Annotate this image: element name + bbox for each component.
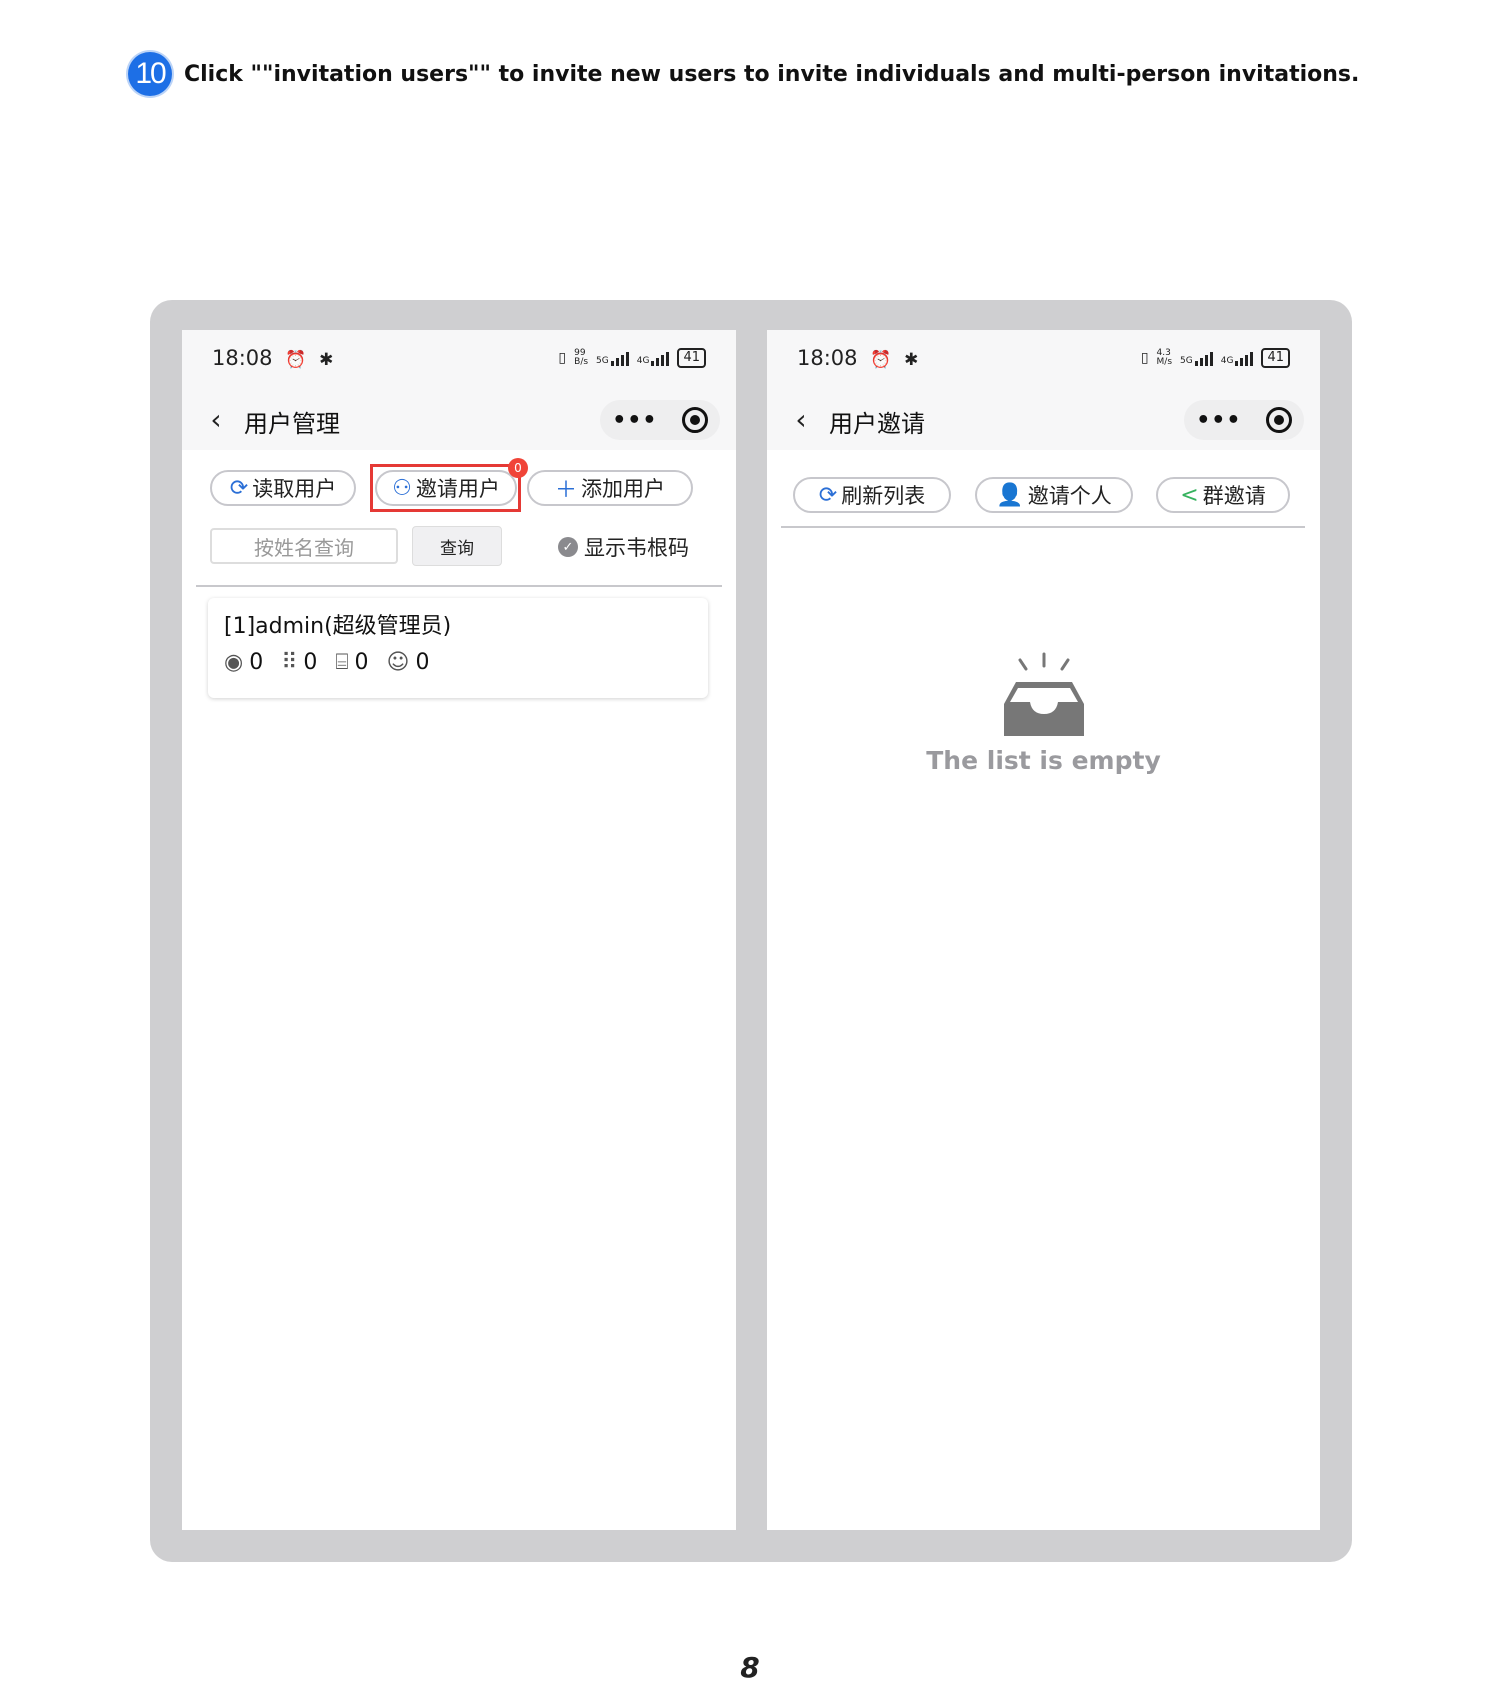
vibrate-icon: ▯ bbox=[1140, 350, 1149, 366]
refresh-icon: ⟳ bbox=[229, 475, 249, 501]
signal-5g-icon: 5G bbox=[596, 350, 629, 366]
mini-program-capsule: ••• bbox=[1184, 400, 1304, 440]
step-header: 10 Click ""invitation users"" to invite … bbox=[128, 52, 1359, 96]
alarm-icon: ⏰ bbox=[285, 350, 307, 370]
net-speed: 4.3 M/s bbox=[1156, 348, 1173, 367]
keypad-icon: ⠿ bbox=[281, 650, 298, 675]
step-number-badge: 10 bbox=[128, 52, 172, 96]
page-title: 用户邀请 bbox=[829, 410, 925, 438]
user-management-screen: 18:08 ⏰ ✱ ▯ 99 B/s 5G 4G 41 ‹ 用户管理 ••• ⟳… bbox=[182, 330, 736, 1530]
password-stat: ⠿ 0 bbox=[281, 650, 318, 675]
highlight-box bbox=[370, 464, 521, 512]
name-search-input[interactable]: 按姓名查询 bbox=[210, 528, 398, 564]
empty-inbox-icon bbox=[1003, 652, 1084, 736]
page-title: 用户管理 bbox=[244, 410, 340, 438]
battery-icon: 41 bbox=[677, 348, 706, 368]
alarm-icon: ⏰ bbox=[870, 350, 892, 370]
fingerprint-icon: ◉ bbox=[224, 650, 244, 675]
battery-icon: 41 bbox=[1261, 348, 1290, 368]
mini-program-capsule: ••• bbox=[600, 400, 720, 440]
user-stats: ◉ 0 ⠿ 0 ⌸ 0 ☺ 0 bbox=[224, 650, 429, 675]
invite-individual-button[interactable]: 👤 邀请个人 bbox=[975, 477, 1133, 513]
status-time: 18:08 bbox=[797, 346, 858, 370]
empty-state: The list is empty bbox=[767, 652, 1320, 775]
back-arrow-icon[interactable]: ‹ bbox=[202, 405, 230, 435]
share-icon: < bbox=[1180, 482, 1199, 508]
status-time: 18:08 bbox=[212, 346, 273, 370]
step-instruction: Click ""invitation users"" to invite new… bbox=[184, 61, 1360, 87]
close-miniprogram-icon[interactable] bbox=[681, 407, 708, 433]
more-icon[interactable]: ••• bbox=[1196, 408, 1241, 433]
checkmark-icon: ✓ bbox=[558, 537, 578, 557]
signal-4g-icon: 4G bbox=[637, 350, 670, 366]
add-person-icon: 👤 bbox=[996, 482, 1024, 508]
plus-icon: ＋ bbox=[554, 478, 577, 503]
bluetooth-icon: ✱ bbox=[319, 350, 334, 370]
refresh-list-button[interactable]: ⟳ 刷新列表 bbox=[793, 477, 951, 513]
user-card[interactable]: [1]admin(超级管理员) ◉ 0 ⠿ 0 ⌸ 0 ☺ 0 bbox=[208, 598, 708, 698]
page-number: 8 bbox=[740, 1651, 760, 1684]
fingerprint-stat: ◉ 0 bbox=[224, 650, 264, 675]
invite-count-badge: 0 bbox=[508, 458, 528, 478]
user-name: [1]admin(超级管理员) bbox=[224, 614, 452, 639]
read-users-button[interactable]: ⟳ 读取用户 bbox=[210, 470, 356, 506]
device-frame: 18:08 ⏰ ✱ ▯ 99 B/s 5G 4G 41 ‹ 用户管理 ••• ⟳… bbox=[150, 300, 1352, 1562]
back-arrow-icon[interactable]: ‹ bbox=[787, 405, 815, 435]
empty-list-text: The list is empty bbox=[926, 746, 1161, 775]
divider bbox=[781, 526, 1305, 528]
net-speed: 99 B/s bbox=[574, 348, 589, 367]
vibrate-icon: ▯ bbox=[558, 350, 567, 366]
nav-bar: ‹ 用户管理 ••• bbox=[182, 390, 736, 450]
group-invite-button[interactable]: < 群邀请 bbox=[1156, 477, 1290, 513]
divider bbox=[196, 585, 722, 587]
signal-5g-icon: 5G bbox=[1180, 350, 1213, 366]
card-stat: ⌸ 0 bbox=[335, 650, 369, 675]
nav-bar: ‹ 用户邀请 ••• bbox=[767, 390, 1320, 450]
status-bar: 18:08 ⏰ ✱ ▯ 4.3 M/s 5G 4G 41 bbox=[767, 330, 1320, 390]
add-user-button[interactable]: ＋ 添加用户 bbox=[527, 470, 693, 506]
more-icon[interactable]: ••• bbox=[612, 408, 657, 433]
face-stat: ☺ 0 bbox=[386, 650, 430, 675]
face-icon: ☺ bbox=[386, 650, 410, 675]
refresh-icon: ⟳ bbox=[818, 482, 838, 508]
bluetooth-icon: ✱ bbox=[904, 350, 919, 370]
status-bar: 18:08 ⏰ ✱ ▯ 99 B/s 5G 4G 41 bbox=[182, 330, 736, 390]
close-miniprogram-icon[interactable] bbox=[1265, 407, 1292, 433]
user-invitation-screen: 18:08 ⏰ ✱ ▯ 4.3 M/s 5G 4G 41 ‹ 用户邀请 ••• … bbox=[767, 330, 1320, 1530]
signal-4g-icon: 4G bbox=[1221, 350, 1254, 366]
card-icon: ⌸ bbox=[335, 650, 349, 675]
show-wiegand-toggle[interactable]: ✓ 显示韦根码 bbox=[558, 532, 689, 562]
query-button[interactable]: 查询 bbox=[412, 526, 502, 566]
